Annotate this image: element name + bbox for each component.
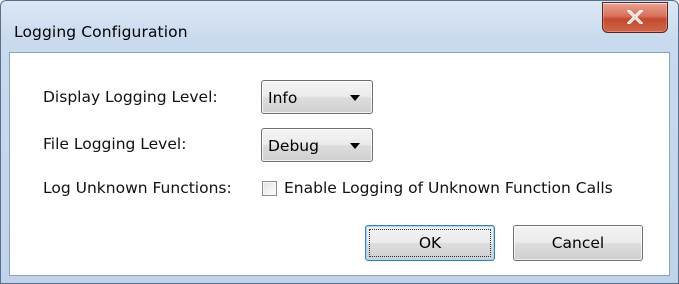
ok-button[interactable]: OK — [365, 225, 495, 261]
chevron-down-icon — [350, 143, 360, 149]
file-logging-level-value: Debug — [268, 137, 319, 155]
title-bar[interactable]: Logging Configuration — [1, 1, 678, 51]
dialog-window: Logging Configuration Display Logging Le… — [0, 0, 679, 284]
close-button[interactable] — [602, 2, 668, 33]
window-title: Logging Configuration — [14, 23, 188, 41]
file-logging-level-dropdown[interactable]: Debug — [261, 128, 373, 162]
enable-unknown-logging-checkbox-label[interactable]: Enable Logging of Unknown Function Calls — [284, 179, 613, 197]
enable-unknown-logging-checkbox[interactable] — [262, 181, 277, 196]
file-logging-level-label: File Logging Level: — [43, 135, 187, 153]
dialog-content: Display Logging Level: Info File Logging… — [9, 52, 670, 276]
chevron-down-icon — [350, 95, 360, 101]
log-unknown-functions-label: Log Unknown Functions: — [43, 179, 232, 197]
cancel-button-label: Cancel — [551, 234, 605, 252]
display-logging-level-dropdown[interactable]: Info — [261, 80, 373, 114]
display-logging-level-label: Display Logging Level: — [43, 88, 218, 106]
cancel-button[interactable]: Cancel — [513, 225, 643, 261]
ok-button-label: OK — [418, 234, 442, 252]
display-logging-level-value: Info — [268, 89, 298, 107]
close-icon — [627, 10, 643, 24]
